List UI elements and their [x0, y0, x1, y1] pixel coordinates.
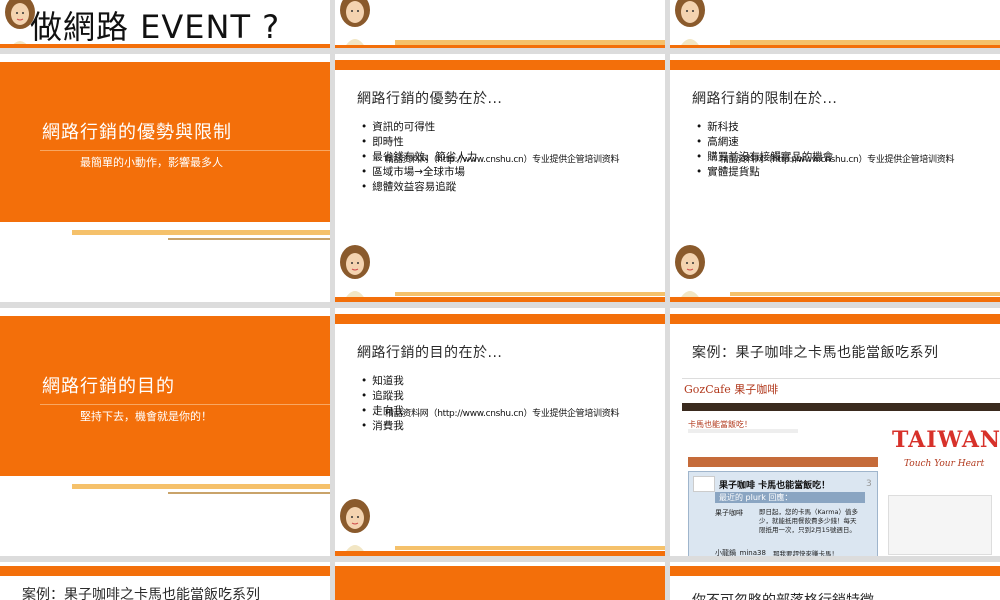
slide-top-right[interactable] — [670, 0, 1000, 48]
slide-top-left[interactable]: 做網路 EVENT ? — [0, 0, 330, 48]
response-user: 果子咖啡 — [715, 509, 743, 517]
site-brand: GozCafe 果子咖啡 — [684, 383, 779, 396]
presenter-avatar-icon — [340, 245, 370, 302]
slide-title: 網路行銷的目的在於... — [357, 345, 503, 361]
banner-word: TAIWAN — [892, 427, 1000, 453]
slide-1[interactable]: 網路行銷的優勢與限制 最簡單的小動作，影響最多人 — [0, 54, 330, 302]
slide-2[interactable]: 網路行銷的優勢在於... 資訊的可得性 即時性 最省錢有效、節省人力 區域市場→… — [335, 54, 665, 302]
slide-title: 網路行銷的目的 — [42, 376, 175, 397]
slide-title: 網路行銷的優勢在於... — [357, 91, 503, 107]
bullet-item: 資訊的可得性 — [361, 120, 477, 135]
bullet-list: 知道我 追蹤我 走向我 消費我 — [361, 374, 404, 434]
bullet-item: 即時性 — [361, 135, 477, 150]
slide-title: 網路行銷的優勢與限制 — [42, 122, 232, 143]
slide-subtitle: 堅持下去，機會就是你的！ — [80, 410, 212, 423]
slide-5[interactable]: 網路行銷的目的在於... 知道我 追蹤我 走向我 消費我 精品资料网（http:… — [335, 308, 665, 556]
presenter-avatar-icon — [675, 245, 705, 302]
slide-subtitle: 最簡單的小動作，影響最多人 — [80, 156, 223, 169]
presenter-avatar-icon — [340, 0, 370, 48]
bullet-list: 新科技 高網速 購買前沒有接觸實品的機會 實體提貨點 — [696, 120, 833, 180]
banner-tagline: Touch Your Heart — [904, 459, 985, 469]
bullet-item: 知道我 — [361, 374, 404, 389]
presenter-avatar-icon — [675, 0, 705, 48]
slide-7[interactable]: 案例：果子咖啡之卡馬也能當飯吃系列 — [0, 562, 330, 600]
title-band: 網路行銷的目的 堅持下去，機會就是你的！ — [0, 316, 330, 476]
bullet-item: 總體效益容易追蹤 — [361, 180, 477, 195]
website-screenshot: GozCafe 果子咖啡 卡馬也能當飯吃！ 果子咖啡 卡馬也能當飯吃！ 最近的 … — [682, 378, 1000, 556]
event-heading: 做網路 EVENT ? — [30, 8, 281, 46]
slide-title: 案例：果子咖啡之卡馬也能當飯吃系列 — [692, 345, 939, 361]
slide-title: 你不可忽略的部落格行銷特徵 — [692, 590, 874, 600]
watermark-text: 精品资料网（http://www.cnshu.cn）专业提供企管培训资料 — [720, 155, 955, 165]
slide-9[interactable]: 你不可忽略的部落格行銷特徵 — [670, 562, 1000, 600]
slide-title: 網路行銷的限制在於... — [692, 91, 838, 107]
watermark-text: 精品资料网（http://www.cnshu.cn）专业提供企管培训资料 — [385, 155, 620, 165]
slide-8[interactable] — [335, 562, 665, 600]
slide-top-middle[interactable] — [335, 0, 665, 48]
response-text: 那我要趕快來賺卡馬！ — [773, 550, 838, 556]
bullet-item: 消費我 — [361, 419, 404, 434]
bullet-item: 高網速 — [696, 135, 833, 150]
plurk-box: 果子咖啡 卡馬也能當飯吃！ 最近的 plurk 回應： 果子咖啡 即日起，您的卡… — [688, 471, 878, 556]
bullet-item: 區域市場→全球市場 — [361, 165, 477, 180]
response-count: 3 — [866, 479, 872, 489]
response-user: 小龍鍋_mina38 — [715, 549, 766, 556]
bullet-item: 實體提貨點 — [696, 165, 833, 180]
slide-3[interactable]: 網路行銷的限制在於... 新科技 高網速 購買前沒有接觸實品的機會 實體提貨點 … — [670, 54, 1000, 302]
title-band: 網路行銷的優勢與限制 最簡單的小動作，影響最多人 — [0, 62, 330, 222]
slide-4[interactable]: 網路行銷的目的 堅持下去，機會就是你的！ — [0, 308, 330, 556]
watermark-text: 精品资料网（http://www.cnshu.cn）专业提供企管培训资料 — [385, 409, 620, 419]
bullet-item: 新科技 — [696, 120, 833, 135]
bullet-item: 追蹤我 — [361, 389, 404, 404]
taiwan-banner: TAIWAN Touch Your Heart — [886, 415, 1000, 485]
plurk-subheading: 最近的 plurk 回應： — [715, 492, 865, 503]
presenter-avatar-icon — [340, 499, 370, 556]
response-text: 即日起，您的卡馬（Karma）值多少，就能抵用餐飲費多少錢！每天限抵用一次，只到… — [759, 508, 859, 534]
slide-6[interactable]: 案例：果子咖啡之卡馬也能當飯吃系列 GozCafe 果子咖啡 卡馬也能當飯吃！ … — [670, 308, 1000, 556]
plurk-heading: 果子咖啡 卡馬也能當飯吃！ — [719, 481, 831, 491]
slide-title: 案例：果子咖啡之卡馬也能當飯吃系列 — [22, 587, 260, 600]
